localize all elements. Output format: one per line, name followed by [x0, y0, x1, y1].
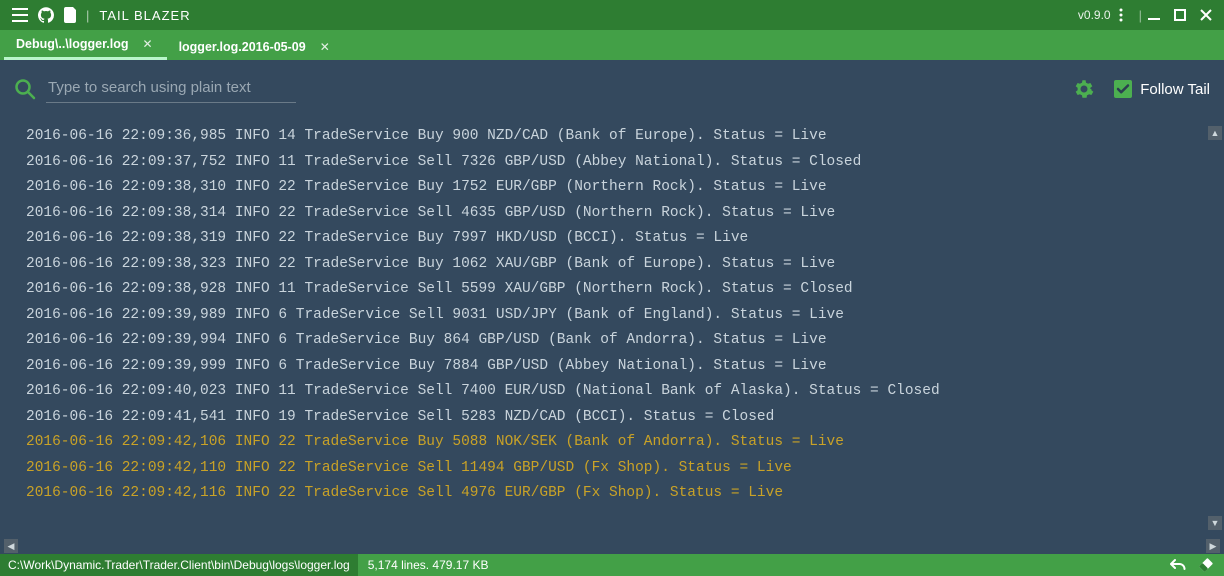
maximize-icon[interactable]	[1174, 9, 1186, 21]
titlebar-left-icons	[6, 7, 84, 23]
scroll-left-icon[interactable]: ◀	[4, 539, 18, 553]
file-icon[interactable]	[64, 7, 78, 23]
log-lines[interactable]: 2016-06-16 22:09:36,985 INFO 14 TradeSer…	[0, 118, 1224, 511]
log-line[interactable]: 2016-06-16 22:09:38,323 INFO 22 TradeSer…	[26, 252, 1200, 278]
log-line[interactable]: 2016-06-16 22:09:38,314 INFO 22 TradeSer…	[26, 201, 1200, 227]
log-line[interactable]: 2016-06-16 22:09:42,106 INFO 22 TradeSer…	[26, 430, 1200, 456]
toolbar: Follow Tail	[0, 60, 1224, 118]
titlebar: | TAIL BLAZER v0.9.0 |	[0, 0, 1224, 30]
version-label: v0.9.0	[1078, 8, 1111, 22]
tab-0[interactable]: Debug\..\logger.log ✕	[4, 31, 167, 60]
github-icon[interactable]	[38, 7, 54, 23]
follow-tail-toggle[interactable]: Follow Tail	[1114, 80, 1210, 98]
log-line[interactable]: 2016-06-16 22:09:37,752 INFO 11 TradeSer…	[26, 150, 1200, 176]
follow-tail-label: Follow Tail	[1140, 81, 1210, 98]
tab-close-icon[interactable]: ✕	[139, 37, 157, 51]
tab-close-icon[interactable]: ✕	[316, 40, 334, 54]
log-line[interactable]: 2016-06-16 22:09:39,999 INFO 6 TradeServ…	[26, 354, 1200, 380]
log-line[interactable]: 2016-06-16 22:09:39,989 INFO 6 TradeServ…	[26, 303, 1200, 329]
log-line[interactable]: 2016-06-16 22:09:38,319 INFO 22 TradeSer…	[26, 226, 1200, 252]
tab-label: logger.log.2016-05-09	[179, 40, 306, 54]
scroll-down-icon[interactable]: ▼	[1208, 516, 1222, 530]
eraser-icon[interactable]	[1198, 557, 1214, 573]
menu-icon[interactable]	[12, 8, 28, 22]
log-line[interactable]: 2016-06-16 22:09:38,310 INFO 22 TradeSer…	[26, 175, 1200, 201]
checkbox-icon	[1114, 80, 1132, 98]
tab-label: Debug\..\logger.log	[16, 37, 129, 51]
log-line[interactable]: 2016-06-16 22:09:39,994 INFO 6 TradeServ…	[26, 328, 1200, 354]
statusbar-right-icons	[1170, 557, 1224, 573]
more-icon[interactable]	[1119, 8, 1123, 22]
log-line[interactable]: 2016-06-16 22:09:41,541 INFO 19 TradeSer…	[26, 405, 1200, 431]
log-area: 2016-06-16 22:09:36,985 INFO 14 TradeSer…	[0, 118, 1224, 538]
scroll-up-icon[interactable]: ▲	[1208, 126, 1222, 140]
log-line[interactable]: 2016-06-16 22:09:36,985 INFO 14 TradeSer…	[26, 124, 1200, 150]
search-input[interactable]	[46, 75, 296, 103]
tabbar: Debug\..\logger.log✕logger.log.2016-05-0…	[0, 30, 1224, 60]
status-stats: 5,174 lines. 479.17 KB	[358, 558, 499, 572]
titlebar-divider: |	[86, 8, 89, 23]
log-line[interactable]: 2016-06-16 22:09:40,023 INFO 11 TradeSer…	[26, 379, 1200, 405]
undo-icon[interactable]	[1170, 558, 1186, 572]
titlebar-divider-right: |	[1139, 8, 1142, 23]
scroll-right-icon[interactable]: ▶	[1206, 539, 1220, 553]
minimize-icon[interactable]	[1148, 9, 1160, 21]
statusbar: C:\Work\Dynamic.Trader\Trader.Client\bin…	[0, 554, 1224, 576]
log-line[interactable]: 2016-06-16 22:09:38,928 INFO 11 TradeSer…	[26, 277, 1200, 303]
log-line[interactable]: 2016-06-16 22:09:42,110 INFO 22 TradeSer…	[26, 456, 1200, 482]
search-icon[interactable]	[14, 78, 36, 100]
vertical-scrollbar[interactable]: ▲ ▼	[1208, 126, 1222, 530]
horizontal-scrollbar[interactable]: ◀ ▶	[0, 538, 1224, 554]
close-icon[interactable]	[1200, 9, 1212, 21]
status-path: C:\Work\Dynamic.Trader\Trader.Client\bin…	[0, 554, 358, 576]
window-controls	[1148, 9, 1218, 21]
tab-1[interactable]: logger.log.2016-05-09 ✕	[167, 34, 344, 60]
search-wrap	[14, 75, 296, 103]
app-title: TAIL BLAZER	[99, 8, 190, 23]
gear-icon[interactable]	[1074, 79, 1094, 99]
log-line[interactable]: 2016-06-16 22:09:42,116 INFO 22 TradeSer…	[26, 481, 1200, 507]
